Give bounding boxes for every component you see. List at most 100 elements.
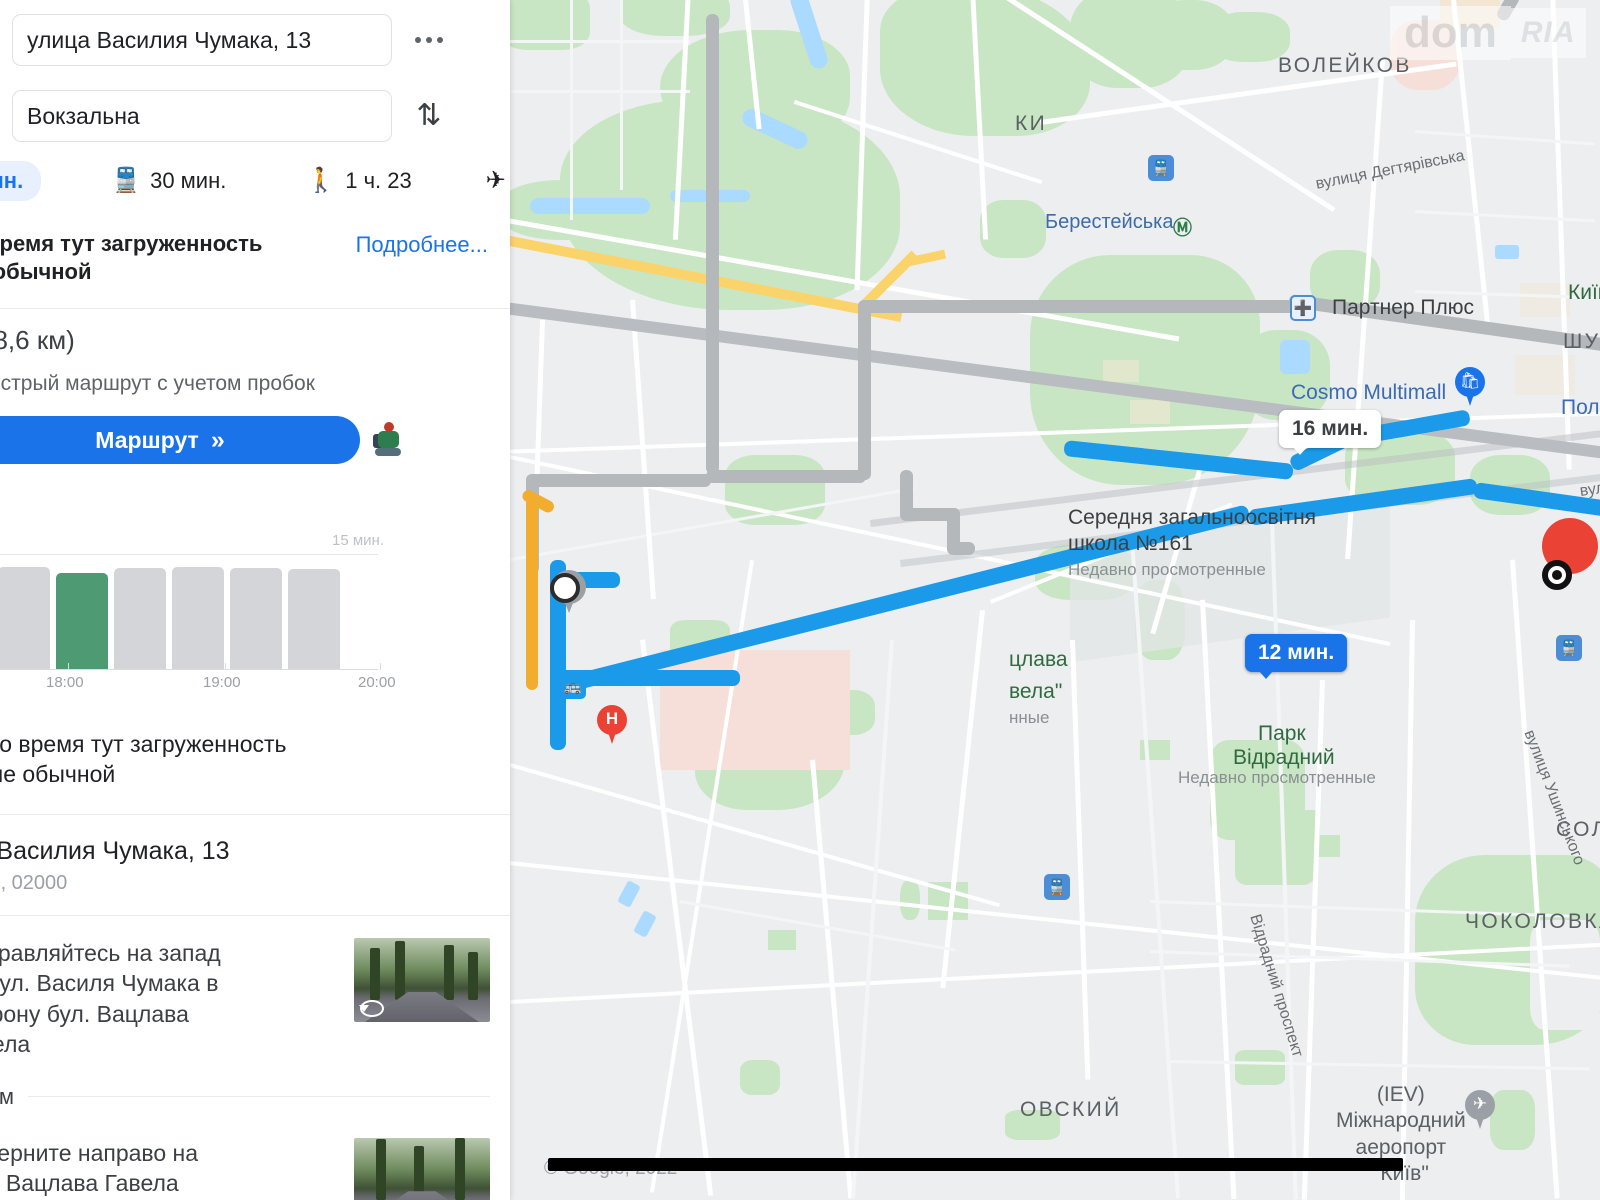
transit-station-icon[interactable]: 🚆 bbox=[1556, 635, 1582, 661]
chart-bar[interactable] bbox=[172, 567, 224, 670]
travel-mode-flight[interactable]: ✈ bbox=[486, 169, 506, 193]
chart-bar[interactable] bbox=[114, 568, 166, 670]
transit-station-icon[interactable]: 🚆 bbox=[1148, 155, 1174, 181]
metro-icon: Ⓜ bbox=[1173, 218, 1193, 239]
place-label-cosmo-multimall[interactable]: Cosmo Multimall bbox=[1291, 381, 1446, 405]
origin-row[interactable]: улица Василия Чумака, 13 bbox=[0, 10, 510, 70]
park-area bbox=[1490, 1090, 1535, 1150]
destination-row[interactable]: Вокзальна ⇅ bbox=[0, 86, 510, 146]
alt-route-segment[interactable] bbox=[706, 14, 719, 474]
alt-route-segment[interactable] bbox=[858, 300, 1298, 313]
travel-mode-tabs: мин. 🚆 30 мин. 🚶 1 ч. 23 ✈ bbox=[0, 150, 510, 212]
alt-route-segment[interactable] bbox=[858, 300, 871, 480]
building-block bbox=[1130, 400, 1170, 424]
direction-step[interactable]: Направляйтесь на запад по вул. Василя Чу… bbox=[0, 915, 510, 1077]
route-traffic-segment bbox=[526, 500, 538, 690]
water-area bbox=[1495, 245, 1519, 259]
airport-line2: аеропорт bbox=[1355, 1135, 1447, 1159]
street-view-thumbnail[interactable] bbox=[354, 1137, 490, 1200]
watermark-ria: RIA bbox=[1510, 8, 1586, 58]
place-label-havela-line2[interactable]: вела" bbox=[1009, 680, 1062, 704]
chart-bar[interactable] bbox=[0, 567, 50, 670]
route-time-badge-selected[interactable]: 12 мин. bbox=[1245, 634, 1348, 679]
directions-sidebar: улица Василия Чумака, 13 Вокзальна ⇅ н. … bbox=[0, 0, 510, 1200]
road bbox=[510, 90, 690, 93]
hospital-pin-icon[interactable]: H bbox=[597, 705, 627, 745]
chart-top-gridline bbox=[0, 554, 378, 556]
district-label: ШУЛЯВКА bbox=[1563, 330, 1600, 353]
chart-tick-label: 18:00 bbox=[46, 674, 84, 692]
park-area bbox=[900, 880, 920, 920]
place-label-park-name[interactable]: Відрадний bbox=[1233, 746, 1335, 770]
building-block bbox=[660, 650, 850, 770]
district-label: КИ bbox=[1015, 112, 1048, 135]
traffic-notice: то время тут загруженностьше обычной Под… bbox=[0, 212, 510, 310]
route-time-badge[interactable]: 16 мин. bbox=[1279, 410, 1382, 455]
endpoints-block: улица Василия Чумака, 13 Вокзальна ⇅ bbox=[0, 0, 510, 150]
origin-marker[interactable] bbox=[550, 573, 580, 603]
road bbox=[1414, 210, 1595, 223]
water-area bbox=[617, 880, 641, 908]
road bbox=[1070, 639, 1091, 1080]
place-label-school-line1[interactable]: Середня загальноосвітня bbox=[1068, 506, 1316, 530]
step-distance: 160 м bbox=[0, 1083, 14, 1109]
start-route-button[interactable]: Маршрут » bbox=[0, 416, 360, 465]
alt-route-segment[interactable] bbox=[526, 474, 711, 487]
walk-icon: 🚶 bbox=[306, 167, 337, 194]
origin-circle-icon bbox=[0, 33, 12, 48]
road bbox=[1169, 1060, 1590, 1071]
place-label-park[interactable]: Парк bbox=[1258, 722, 1306, 746]
map-canvas[interactable]: 🚌 H ● 🐾 🛍 ✈ bbox=[510, 0, 1600, 1200]
more-options-icon[interactable] bbox=[392, 37, 466, 43]
chevron-right-icon: » bbox=[210, 425, 225, 454]
chart-bar[interactable] bbox=[230, 568, 282, 670]
route-duration-distance: н. (8,6 км) bbox=[0, 325, 75, 356]
place-label-partner-plus[interactable]: Партнер Плюс bbox=[1332, 296, 1474, 320]
direction-step[interactable]: Поверните направо на бул. Вацлава Гавела bbox=[0, 1116, 510, 1200]
train-icon: 🚆 bbox=[111, 167, 142, 194]
street-view-arrow-icon bbox=[359, 1000, 384, 1018]
street-view-thumbnail[interactable] bbox=[354, 938, 490, 1023]
origin-input[interactable]: улица Василия Чумака, 13 bbox=[12, 14, 392, 66]
chart-x-ticks: 18:00 19:00 20:00 bbox=[0, 663, 396, 698]
destination-input[interactable]: Вокзальна bbox=[12, 90, 392, 142]
destination-pin-icon bbox=[0, 103, 12, 129]
travel-mode-walking[interactable]: 🚶 1 ч. 23 bbox=[306, 168, 411, 194]
street-label: Відрадний проспект bbox=[1246, 912, 1306, 1060]
park-area bbox=[768, 930, 796, 950]
place-label-polytechnic[interactable]: Політехнічний інститут bbox=[1561, 396, 1600, 420]
airport-label[interactable]: (IEV) Міжнародний аеропорт "Київ" bbox=[1336, 1082, 1466, 1187]
chart-bar[interactable] bbox=[56, 573, 108, 670]
popular-times-title: ки bbox=[0, 484, 510, 532]
transit-label-berestejska[interactable]: Берестейська bbox=[1045, 211, 1173, 234]
chart-bars bbox=[0, 567, 340, 670]
destination-value: Вокзальна bbox=[27, 102, 140, 129]
swap-endpoints-icon[interactable]: ⇅ bbox=[392, 101, 466, 131]
water-area bbox=[1280, 340, 1310, 374]
alt-route-segment[interactable] bbox=[947, 542, 975, 555]
street-view-pegman-icon[interactable] bbox=[360, 422, 416, 458]
chart-tick-mark bbox=[225, 663, 226, 671]
dom-ria-watermark: dom RIA bbox=[1390, 6, 1586, 60]
place-sublabel-recently-viewed: нные bbox=[1009, 708, 1050, 727]
traffic-notice-link[interactable]: Подробнее... bbox=[356, 230, 488, 258]
place-label-havela-line1[interactable]: цлава bbox=[1009, 648, 1068, 672]
road bbox=[570, 0, 573, 220]
travel-mode-driving[interactable]: мин. bbox=[0, 161, 42, 201]
pharmacy-icon[interactable]: ➕ bbox=[1290, 295, 1316, 321]
mall-pin-icon[interactable]: 🛍 bbox=[1455, 367, 1485, 407]
chart-max-label: 15 мин. bbox=[332, 532, 384, 550]
bus-stop-icon[interactable]: 🚌 bbox=[560, 673, 586, 699]
place-label-school-line2[interactable]: школа №161 bbox=[1068, 532, 1193, 556]
alt-route-segment[interactable] bbox=[706, 470, 866, 483]
airport-pin-icon[interactable]: ✈ bbox=[1465, 1090, 1495, 1130]
place-label-zoo[interactable]: Київський зоопарк bbox=[1568, 281, 1600, 305]
park-area bbox=[980, 200, 1046, 258]
park-area bbox=[1235, 815, 1315, 885]
chart-bar[interactable] bbox=[288, 569, 340, 670]
travel-mode-transit[interactable]: 🚆 30 мин. bbox=[111, 168, 226, 194]
destination-marker[interactable] bbox=[1542, 560, 1572, 590]
chart-tick-label: 19:00 bbox=[203, 674, 241, 692]
transit-station-icon[interactable]: 🚆 bbox=[1044, 874, 1070, 900]
watermark-dom: dom bbox=[1390, 6, 1511, 60]
